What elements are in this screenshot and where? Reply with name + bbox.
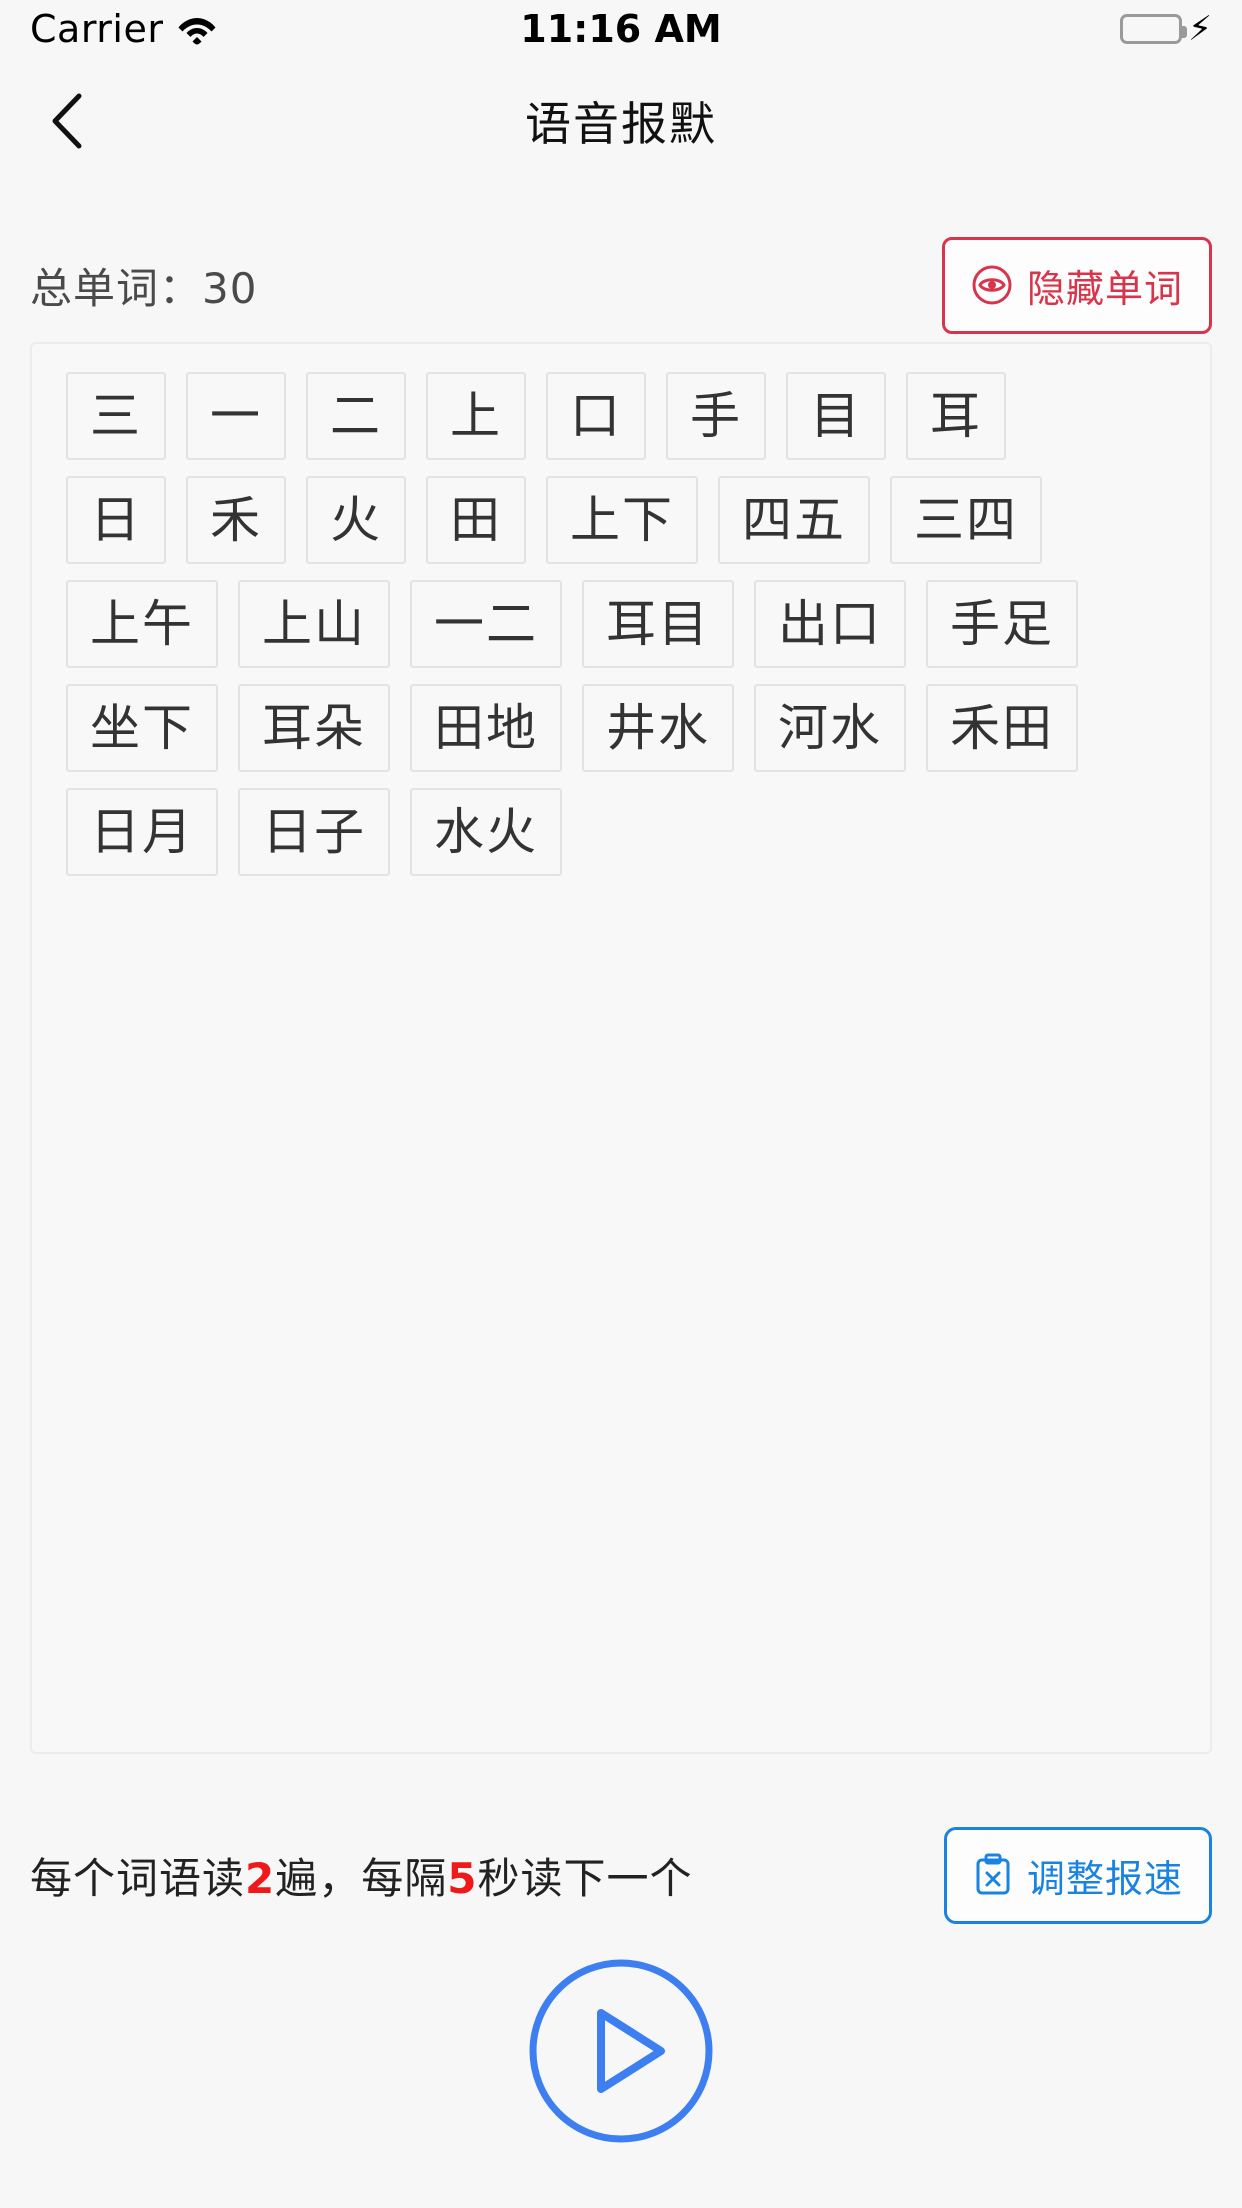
interval-seconds: 5 (447, 1853, 478, 1903)
word-tile[interactable]: 目 (786, 372, 886, 460)
word-row: 三一二上口手目耳 (66, 372, 1176, 460)
word-row: 坐下 耳朵 田地 井水 河水 禾田 (66, 684, 1176, 772)
word-tile[interactable]: 上午 (66, 580, 218, 668)
word-tile[interactable]: 出口 (754, 580, 906, 668)
speed-note-part1: 每个词语读 (30, 1853, 246, 1903)
word-tile[interactable]: 三 (66, 372, 166, 460)
page-title: 语音报默 (525, 97, 717, 151)
word-tile[interactable]: 日 (66, 476, 166, 564)
word-tile[interactable]: 一二 (410, 580, 562, 668)
word-row: 日月 日子 水火 (66, 788, 1176, 876)
word-tile[interactable]: 禾 (186, 476, 286, 564)
word-tile[interactable]: 上 (426, 372, 526, 460)
word-tile-label: 上山 (262, 595, 366, 653)
word-tile-label: 一 (210, 387, 262, 445)
word-tile[interactable]: 上下 (546, 476, 698, 564)
word-tile[interactable]: 田 (426, 476, 526, 564)
word-row: 日 禾 火 田 上下 四五 三四 (66, 476, 1176, 564)
word-tile[interactable]: 河水 (754, 684, 906, 772)
word-tile[interactable]: 耳朵 (238, 684, 390, 772)
word-tile[interactable]: 上山 (238, 580, 390, 668)
word-tile-label: 日月 (90, 803, 194, 861)
word-tile-label: 禾田 (950, 699, 1054, 757)
word-tile[interactable]: 火 (306, 476, 406, 564)
word-tile[interactable]: 井水 (582, 684, 734, 772)
word-tile[interactable]: 坐下 (66, 684, 218, 772)
word-tile-label: 水火 (434, 803, 538, 861)
word-tile[interactable]: 耳 (906, 372, 1006, 460)
word-tile-label: 日子 (262, 803, 366, 861)
word-tile-label: 日 (90, 491, 142, 549)
wifi-icon (177, 13, 217, 45)
word-tile[interactable]: 三四 (890, 476, 1042, 564)
word-tile[interactable]: 四五 (718, 476, 870, 564)
word-tile[interactable]: 耳目 (582, 580, 734, 668)
repeat-count: 2 (245, 1853, 276, 1903)
word-tile-label: 耳 (930, 387, 982, 445)
header-row: 总单词：30 隐藏单词 (0, 230, 1242, 340)
word-tile[interactable]: 手 (666, 372, 766, 460)
status-bar-left: Carrier (30, 7, 217, 51)
back-button[interactable] (34, 86, 104, 156)
word-tile[interactable]: 口 (546, 372, 646, 460)
status-bar: Carrier 11:16 AM ⚡ (0, 0, 1242, 58)
word-tile[interactable]: 禾田 (926, 684, 1078, 772)
word-tile-label: 禾 (210, 491, 262, 549)
speed-note-part2: 遍，每隔 (275, 1853, 448, 1903)
word-tile[interactable]: 一 (186, 372, 286, 460)
word-rows: 三一二上口手目耳日禾火田上下 四五 三四 上午 上山 一二 耳目 出口 手足 坐下 耳朵 田地 井水 河水… (66, 372, 1176, 876)
battery-icon (1120, 14, 1188, 44)
speed-note-part3: 秒读下一个 (477, 1853, 693, 1903)
speed-note: 每个词语读2遍，每隔5秒读下一个 (30, 1845, 693, 1906)
word-tile-label: 河水 (778, 699, 882, 757)
hide-words-label: 隐藏单词 (1026, 266, 1183, 311)
play-button[interactable] (525, 1955, 717, 2147)
total-words-label: 总单词：30 (30, 263, 258, 313)
word-tile-label: 坐下 (90, 699, 194, 757)
word-tile-label: 耳朵 (262, 699, 366, 757)
word-tile-label: 目 (810, 387, 862, 445)
word-tile-label: 上下 (570, 491, 674, 549)
word-tile-label: 田地 (434, 699, 538, 757)
hide-words-button[interactable]: 隐藏单词 (941, 236, 1212, 334)
word-tile-label: 一二 (434, 595, 538, 653)
eye-icon (971, 264, 1013, 306)
word-tile[interactable]: 二 (306, 372, 406, 460)
adjust-speed-label: 调整报速 (1026, 1856, 1183, 1901)
adjust-speed-button[interactable]: 调整报速 (943, 1826, 1212, 1924)
word-tile-label: 田 (450, 491, 502, 549)
word-tile-label: 口 (570, 387, 622, 445)
clipboard-x-icon (973, 1853, 1013, 1897)
word-tile-label: 手足 (950, 595, 1054, 653)
word-tile-label: 井水 (606, 699, 710, 757)
footer-row: 每个词语读2遍，每隔5秒读下一个 调整报速 (0, 1815, 1242, 1935)
word-tile[interactable]: 田地 (410, 684, 562, 772)
nav-bar: 语音报默 (0, 58, 1242, 184)
word-tile[interactable]: 手足 (926, 580, 1078, 668)
word-row: 上午 上山 一二 耳目 出口 手足 (66, 580, 1176, 668)
word-tile[interactable]: 日月 (66, 788, 218, 876)
chevron-left-icon (52, 93, 82, 149)
carrier-label: Carrier (30, 7, 164, 51)
word-tile-label: 上 (450, 387, 502, 445)
word-tile-label: 耳目 (606, 595, 710, 653)
word-tile-label: 火 (330, 491, 382, 549)
word-tile-label: 二 (330, 387, 382, 445)
word-tile-label: 上午 (90, 595, 194, 653)
word-tile[interactable]: 水火 (410, 788, 562, 876)
word-tile[interactable]: 日子 (238, 788, 390, 876)
word-tile-label: 手 (690, 387, 742, 445)
play-button-wrap (0, 1955, 1242, 2147)
word-tile-label: 三 (90, 387, 142, 445)
word-tile-label: 三四 (914, 491, 1018, 549)
status-bar-right: ⚡ (1120, 12, 1212, 46)
word-tile-label: 四五 (742, 491, 846, 549)
word-list-card: 三一二上口手目耳日禾火田上下 四五 三四 上午 上山 一二 耳目 出口 手足 坐下 耳朵 田地 井水 河水… (30, 342, 1212, 1754)
word-tile-label: 出口 (778, 595, 882, 653)
play-circle-icon (529, 1959, 713, 2143)
phone-screen: Carrier 11:16 AM ⚡ 语音报默 总单词：30 隐藏单词 三 一 … (0, 0, 1242, 2208)
lightning-bolt-icon: ⚡ (1188, 9, 1212, 49)
